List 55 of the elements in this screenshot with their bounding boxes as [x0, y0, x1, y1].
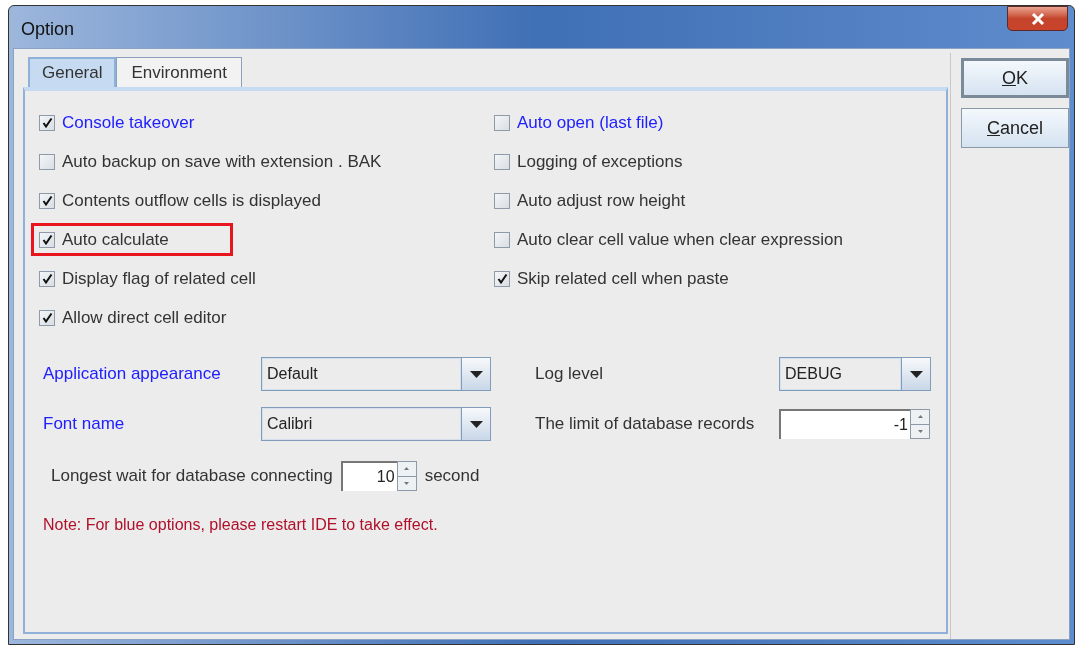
- caret-icon: [469, 370, 483, 378]
- check-icon: [41, 273, 53, 284]
- number-field[interactable]: -1: [779, 409, 910, 439]
- option-label: Contents outflow cells is displayed: [62, 189, 321, 212]
- down-arrow-icon: [917, 429, 923, 433]
- dropdown[interactable]: DEBUG: [779, 357, 931, 391]
- down-arrow-icon: [404, 481, 410, 485]
- checkbox[interactable]: [39, 270, 55, 287]
- wait-label: Longest wait for database connecting: [51, 465, 333, 488]
- dropdown[interactable]: Calibri: [261, 407, 491, 441]
- check-icon: [41, 117, 53, 128]
- caret-icon: [909, 370, 923, 378]
- up-arrow-icon: [917, 415, 923, 419]
- tab[interactable]: General: [28, 57, 117, 87]
- option-label: Auto adjust row height: [517, 189, 686, 212]
- setting-label: Font name: [43, 413, 126, 436]
- option-label: Auto calculate: [62, 228, 169, 251]
- setting-label: The limit of database records: [534, 413, 756, 436]
- checkbox[interactable]: [494, 153, 510, 170]
- window-title: Option: [21, 18, 75, 41]
- spin-buttons[interactable]: [396, 461, 417, 491]
- checkbox[interactable]: [39, 153, 55, 170]
- option-label: Auto clear cell value when clear expression: [517, 228, 843, 251]
- check-icon: [41, 312, 53, 323]
- checkbox[interactable]: [39, 309, 55, 326]
- option-label: Allow direct cell editor: [62, 306, 227, 329]
- setting-label: Log level: [534, 363, 605, 386]
- dialog-button[interactable]: OK: [961, 58, 1069, 98]
- checkbox[interactable]: [494, 114, 510, 131]
- option-label: Console takeover: [62, 111, 195, 134]
- close-icon: [1030, 12, 1045, 25]
- option-label: Logging of exceptions: [517, 150, 683, 173]
- caret-icon: [469, 420, 483, 428]
- check-icon: [496, 273, 508, 284]
- close-button[interactable]: [1007, 6, 1068, 31]
- option-label: Auto open (last file): [517, 111, 664, 134]
- dropdown[interactable]: Default: [261, 357, 491, 391]
- option-label: Display flag of related cell: [62, 267, 256, 290]
- checkbox[interactable]: [494, 270, 510, 287]
- checkbox[interactable]: [494, 192, 510, 209]
- number-field[interactable]: 10: [340, 461, 397, 491]
- unit-label: second: [424, 465, 480, 488]
- checkbox[interactable]: [494, 231, 510, 248]
- check-icon: [41, 234, 53, 245]
- note-text: Note: For blue options, please restart IDE to take effect.: [43, 516, 438, 533]
- setting-label: Application appearance: [43, 363, 222, 386]
- checkbox[interactable]: [39, 114, 55, 131]
- dialog-button[interactable]: Cancel: [961, 108, 1069, 148]
- option-label: Skip related cell when paste: [517, 267, 729, 290]
- checkbox[interactable]: [39, 231, 55, 248]
- check-icon: [41, 195, 53, 206]
- up-arrow-icon: [404, 467, 410, 471]
- tab[interactable]: Environment: [116, 57, 242, 87]
- checkbox[interactable]: [39, 192, 55, 209]
- option-label: Auto backup on save with extension . BAK: [62, 150, 382, 173]
